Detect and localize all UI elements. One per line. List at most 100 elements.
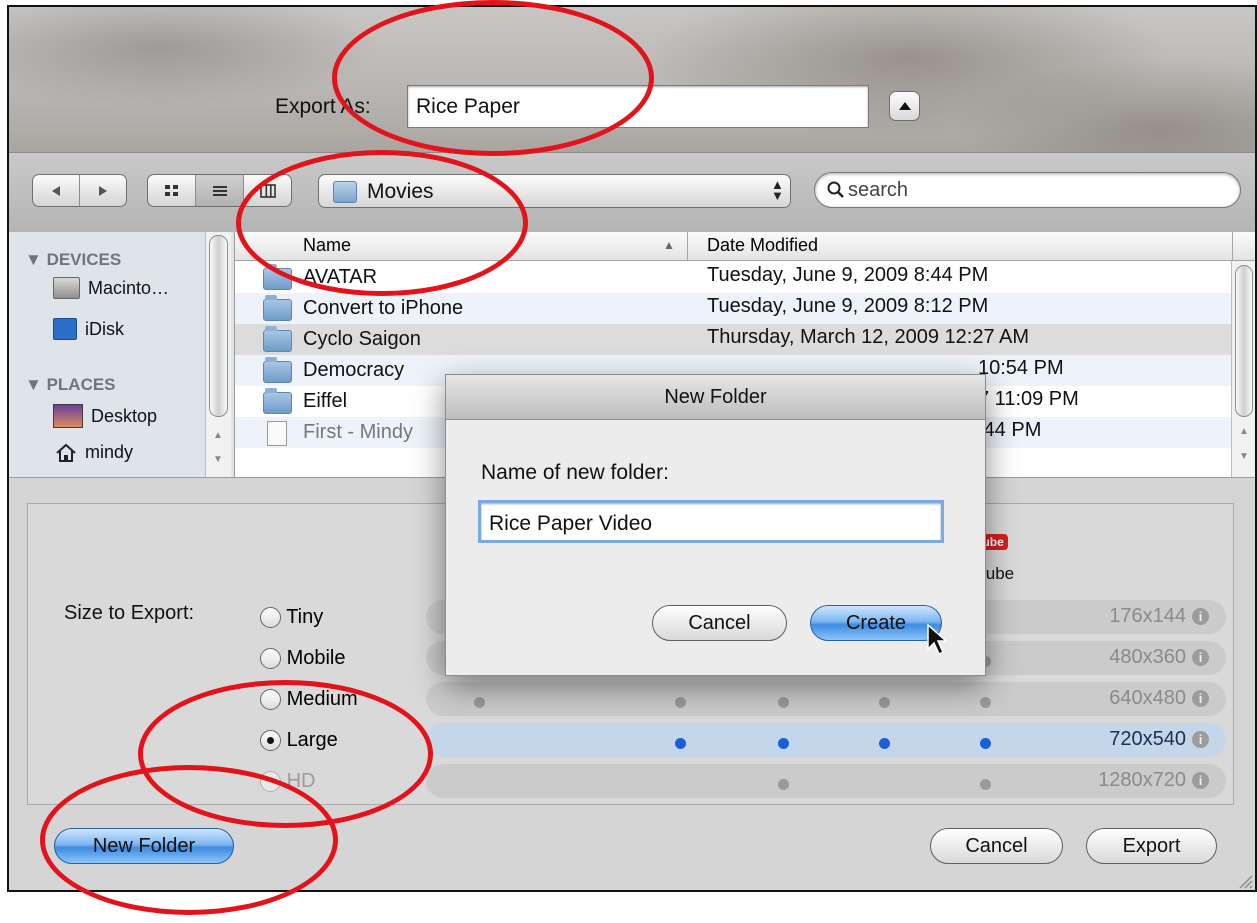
radio-mobile[interactable]: Mobile — [260, 647, 345, 670]
radio-label: Large — [286, 729, 338, 751]
file-date: :44 PM — [978, 419, 1042, 441]
list-icon — [212, 185, 227, 196]
sidebar-item-idisk[interactable]: iDisk — [53, 318, 124, 340]
expand-dialog-button[interactable] — [889, 91, 920, 121]
export-dialog: Export As: Rice Paper Movies ▲ ▼ search ▼… — [7, 5, 1257, 892]
name-column-header[interactable]: Name — [303, 235, 351, 256]
places-header: ▼ PLACES — [25, 375, 116, 394]
devices-header: ▼ DEVICES — [25, 250, 122, 269]
compat-dot — [675, 738, 686, 749]
folder-name-field[interactable]: Rice Paper Video — [478, 500, 944, 543]
sheet-cancel-button[interactable]: Cancel — [652, 605, 787, 641]
radio-label: Tiny — [286, 606, 324, 628]
sidebar-item-label: Macinto… — [88, 277, 170, 298]
mouse-pointer-icon — [927, 623, 948, 656]
magnifier-icon — [827, 181, 844, 198]
file-date: Thursday, March 12, 2009 12:27 AM — [707, 326, 1030, 348]
size-row-large — [426, 723, 1226, 757]
export-button[interactable]: Export — [1086, 828, 1217, 864]
info-icon[interactable]: i — [1192, 649, 1209, 667]
sidebar-item-label: mindy — [85, 442, 134, 462]
movies-folder-icon — [333, 181, 357, 203]
file-row[interactable]: Cyclo Saigon Thursday, March 12, 2009 12… — [235, 324, 1237, 355]
file-name: Eiffel — [303, 390, 348, 412]
radio-hd[interactable]: HD — [260, 770, 315, 793]
folder-icon — [263, 264, 292, 290]
radio-button — [260, 730, 281, 752]
sidebar-item-label: iDisk — [85, 318, 124, 339]
sidebar-item-macintosh[interactable]: Macinto… — [53, 277, 169, 299]
sort-ascending-icon: ▲ — [663, 238, 675, 252]
radio-medium[interactable]: Medium — [260, 688, 358, 711]
file-name: Democracy — [303, 359, 405, 381]
compat-dot — [879, 738, 890, 749]
compat-dot — [980, 738, 991, 749]
back-forward-control — [32, 174, 127, 207]
scroll-down-icon: ▼ — [213, 454, 223, 465]
date-column-header[interactable]: Date Modified — [707, 235, 818, 256]
radio-button — [260, 689, 281, 711]
folder-icon — [263, 295, 292, 321]
list-view-button[interactable] — [196, 175, 244, 206]
back-button[interactable] — [33, 175, 80, 206]
file-name: Cyclo Saigon — [303, 328, 421, 350]
scroll-down-icon: ▼ — [1239, 451, 1249, 462]
radio-large[interactable]: Large — [260, 729, 338, 752]
info-icon[interactable]: i — [1192, 731, 1209, 749]
file-list-scrollbar[interactable]: ▲ ▼ — [1231, 261, 1255, 477]
size-to-export-label: Size to Export: — [64, 602, 195, 624]
compat-dot — [778, 779, 789, 790]
search-placeholder: search — [848, 179, 909, 201]
file-name: Convert to iPhone — [303, 297, 464, 319]
info-icon[interactable]: i — [1192, 772, 1209, 790]
column-header: Name ▲ Date Modified — [235, 232, 1255, 261]
columns-icon — [259, 183, 276, 198]
triangle-up-icon — [898, 102, 911, 110]
sheet-title: New Folder — [446, 375, 985, 420]
folder-icon — [263, 388, 292, 414]
browser-toolbar: Movies ▲ ▼ search — [9, 152, 1255, 233]
export-as-field[interactable]: Rice Paper — [407, 85, 869, 128]
search-field[interactable]: search — [814, 172, 1241, 208]
forward-button[interactable] — [80, 175, 126, 206]
file-name: AVATAR — [303, 266, 378, 288]
folder-icon — [263, 326, 292, 352]
radio-button — [260, 648, 281, 670]
radio-button — [260, 771, 281, 793]
new-folder-sheet: New Folder Name of new folder: Rice Pape… — [445, 374, 986, 676]
column-view-button[interactable] — [244, 175, 291, 206]
info-icon[interactable]: i — [1192, 608, 1209, 626]
location-popup[interactable]: Movies ▲ ▼ — [318, 174, 791, 208]
compat-dot — [980, 697, 991, 708]
sidebar-item-mindy[interactable]: mindy — [55, 442, 133, 463]
sidebar-scrollbar[interactable]: ▲ ▼ — [205, 232, 231, 477]
file-date: 7 11:09 PM — [978, 388, 1079, 410]
new-folder-button[interactable]: New Folder — [54, 828, 234, 864]
sidebar-item-desktop[interactable]: Desktop — [53, 404, 157, 428]
compat-dot — [778, 738, 789, 749]
radio-tiny[interactable]: Tiny — [260, 606, 323, 629]
icon-view-button[interactable] — [148, 175, 196, 206]
export-as-label: Export As: — [275, 95, 371, 118]
hard-drive-icon — [53, 277, 80, 299]
size-row-medium — [426, 682, 1226, 716]
file-name: First - Mindy — [303, 421, 413, 443]
idisk-icon — [53, 318, 77, 340]
file-row[interactable]: Convert to iPhone Tuesday, June 9, 2009 … — [235, 293, 1237, 324]
cancel-button[interactable]: Cancel — [930, 828, 1063, 864]
file-scroll-thumb[interactable] — [1235, 265, 1253, 417]
scroll-up-icon: ▲ — [1239, 426, 1249, 437]
arrow-left-icon — [52, 185, 60, 196]
file-date: Tuesday, June 9, 2009 8:12 PM — [707, 295, 989, 317]
new-folder-prompt: Name of new folder: — [481, 461, 669, 484]
file-date: Tuesday, June 9, 2009 8:44 PM — [707, 264, 989, 286]
create-button[interactable]: Create — [810, 605, 942, 641]
resize-grip-icon[interactable] — [1235, 871, 1253, 889]
resolution-hd: 1280x720 i — [1098, 769, 1209, 792]
folder-icon — [263, 357, 292, 383]
document-icon — [267, 421, 287, 446]
file-row[interactable]: AVATAR Tuesday, June 9, 2009 8:44 PM — [235, 262, 1237, 293]
info-icon[interactable]: i — [1192, 690, 1209, 708]
compat-dot — [778, 697, 789, 708]
sidebar-scroll-thumb[interactable] — [209, 235, 228, 417]
